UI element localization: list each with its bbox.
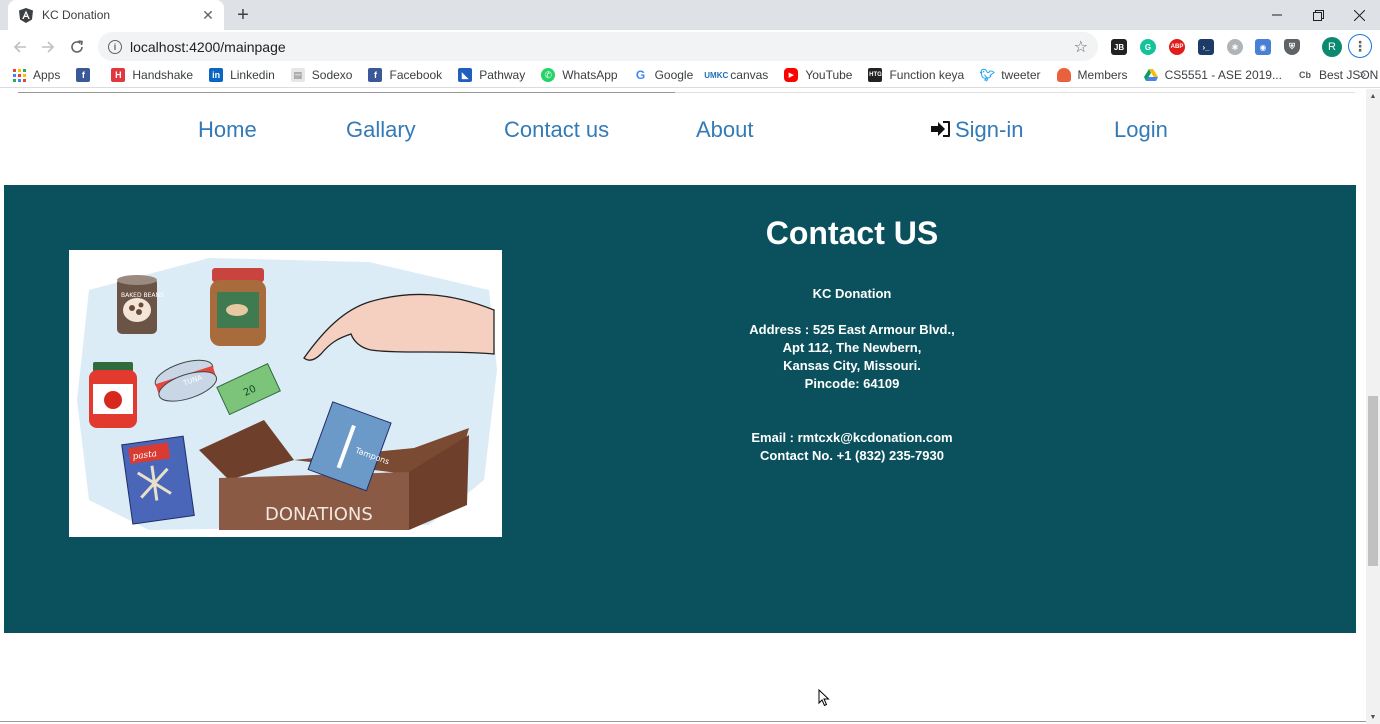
nav-gallery[interactable]: Gallary (346, 117, 416, 143)
minimize-window-icon[interactable] (1256, 0, 1298, 30)
handshake-icon: H (111, 68, 126, 82)
canvas-icon: UMKC (704, 68, 728, 82)
scroll-up-arrow-icon[interactable]: ▲ (1366, 89, 1380, 103)
nav-sign-in[interactable]: Sign-in (931, 117, 1023, 144)
bookmark-members[interactable]: Members (1056, 68, 1128, 82)
bookmark-star-icon[interactable]: ☆ (1074, 37, 1088, 57)
mouse-cursor-icon (818, 688, 830, 712)
page-viewport: Home Gallary Contact us About Sign-in Lo… (0, 89, 1366, 724)
beans-can: BAKED BEANS (117, 275, 164, 334)
divider (0, 721, 1366, 722)
peanut-butter-jar (210, 268, 266, 346)
cb-icon: Cb (1297, 68, 1312, 82)
donations-illustration: BAKED BEANS TUNA 20 pasta DONATIONS Tamp… (69, 250, 502, 537)
twitter-icon: 🐦︎ (979, 68, 995, 82)
reload-icon[interactable] (65, 35, 89, 59)
url-text: localhost:4200/mainpage (130, 38, 286, 55)
nav-login[interactable]: Login (1114, 117, 1168, 143)
shield-extension-icon[interactable]: ⛨ (1284, 39, 1300, 55)
contact-section: BAKED BEANS TUNA 20 pasta DONATIONS Tamp… (4, 185, 1356, 633)
browser-toolbar: i localhost:4200/mainpage ☆ JB G ABP ›_ … (0, 30, 1380, 63)
linkedin-icon: in (209, 68, 224, 82)
profile-avatar[interactable]: R (1322, 37, 1342, 57)
facebook-icon: f (368, 68, 383, 82)
bookmark-function-keya[interactable]: HTG Function keya (868, 68, 964, 82)
org-name: KC Donation (812, 286, 892, 301)
scrollbar-thumb[interactable] (1368, 396, 1378, 566)
restore-window-icon[interactable] (1297, 0, 1339, 30)
sodexo-icon: ▤ (290, 68, 305, 82)
sign-in-icon (931, 118, 951, 144)
bookmark-canvas[interactable]: UMKC canvas (704, 68, 768, 82)
page-scrollbar[interactable]: ▲ ▼ (1366, 89, 1380, 724)
address-bar[interactable]: i localhost:4200/mainpage ☆ (98, 32, 1098, 61)
youtube-icon: ▶ (784, 68, 799, 82)
browser-menu-icon[interactable]: ⋮ (1348, 34, 1372, 58)
tab-title: KC Donation (42, 8, 111, 22)
bookmarks-bar: Apps f H Handshake in Linkedin ▤ Sodexo … (0, 63, 1380, 88)
site-info-icon[interactable]: i (108, 39, 122, 54)
pasta-box: pasta (121, 435, 195, 525)
pathway-icon: ◣ (458, 68, 473, 82)
google-drive-icon (1143, 68, 1158, 82)
members-icon (1056, 68, 1071, 82)
bookmark-pathway[interactable]: ◣ Pathway (458, 68, 525, 82)
close-window-icon[interactable] (1338, 0, 1380, 30)
tomato-jar (89, 362, 137, 428)
bookmark-whatsapp[interactable]: ✆ WhatsApp (541, 68, 618, 82)
back-arrow-icon[interactable] (8, 35, 32, 59)
bookmark-apps[interactable]: Apps (12, 68, 60, 82)
bookmarks-overflow-icon[interactable]: » (1359, 67, 1366, 81)
contact-title: Contact US (765, 215, 939, 251)
bookmark-google[interactable]: G Google (633, 68, 693, 82)
tab-close-icon[interactable]: ✕ (200, 7, 216, 24)
email: Email : rmtcxk@kcdonation.com (751, 430, 953, 445)
jb-extension-icon[interactable]: JB (1111, 39, 1127, 55)
divider (675, 92, 1355, 93)
divider (18, 92, 675, 93)
facebook-icon: f (76, 68, 91, 82)
address-line-3: Kansas City, Missouri. (783, 358, 921, 373)
address-line-2: Apt 112, The Newbern, (782, 340, 922, 355)
bookmark-youtube[interactable]: ▶ YouTube (784, 68, 852, 82)
camera-extension-icon[interactable]: ◉ (1255, 39, 1271, 55)
contact-details: KC Donation Address : 525 East Armour Bl… (654, 285, 1050, 465)
bookmark-cs5551[interactable]: CS5551 - ASE 2019... (1143, 68, 1282, 82)
browser-tab[interactable]: KC Donation ✕ (8, 0, 224, 30)
google-icon: G (633, 68, 648, 82)
nav-contact-us[interactable]: Contact us (504, 117, 609, 143)
bookmark-facebook-2[interactable]: f Facebook (368, 68, 442, 82)
new-tab-button[interactable]: + (232, 4, 254, 26)
nav-about[interactable]: About (696, 117, 754, 143)
apps-grid-icon (12, 68, 26, 82)
adblock-extension-icon[interactable]: ABP (1169, 39, 1185, 55)
gray-extension-icon[interactable]: ✱ (1227, 39, 1243, 55)
bookmark-facebook-1[interactable]: f (76, 68, 97, 82)
scroll-down-arrow-icon[interactable]: ▼ (1366, 710, 1380, 724)
terminal-extension-icon[interactable]: ›_ (1198, 39, 1214, 55)
forward-arrow-icon[interactable] (36, 35, 60, 59)
svg-text:BAKED BEANS: BAKED BEANS (121, 292, 164, 299)
browser-tab-strip: KC Donation ✕ + (0, 0, 1380, 30)
whatsapp-icon: ✆ (541, 68, 556, 82)
address-line-1: Address : 525 East Armour Blvd., (749, 322, 955, 337)
phone: Contact No. +1 (832) 235-7930 (760, 448, 944, 463)
bookmark-json-viewer[interactable]: Cb Best JSON Viewer a... (1297, 68, 1380, 82)
bookmark-sodexo[interactable]: ▤ Sodexo (290, 68, 352, 82)
site-navbar: Home Gallary Contact us About Sign-in Lo… (0, 117, 1366, 157)
sign-in-label: Sign-in (955, 117, 1024, 142)
pincode: Pincode: 64109 (804, 376, 900, 391)
bookmark-linkedin[interactable]: in Linkedin (209, 68, 275, 82)
angular-favicon-icon (18, 7, 34, 23)
svg-text:DONATIONS: DONATIONS (265, 504, 373, 525)
bookmark-handshake[interactable]: H Handshake (111, 68, 193, 82)
htg-icon: HTG (868, 68, 883, 82)
bookmark-tweeter[interactable]: 🐦︎ tweeter (979, 68, 1041, 82)
grammarly-extension-icon[interactable]: G (1140, 39, 1156, 55)
nav-home[interactable]: Home (198, 117, 257, 143)
